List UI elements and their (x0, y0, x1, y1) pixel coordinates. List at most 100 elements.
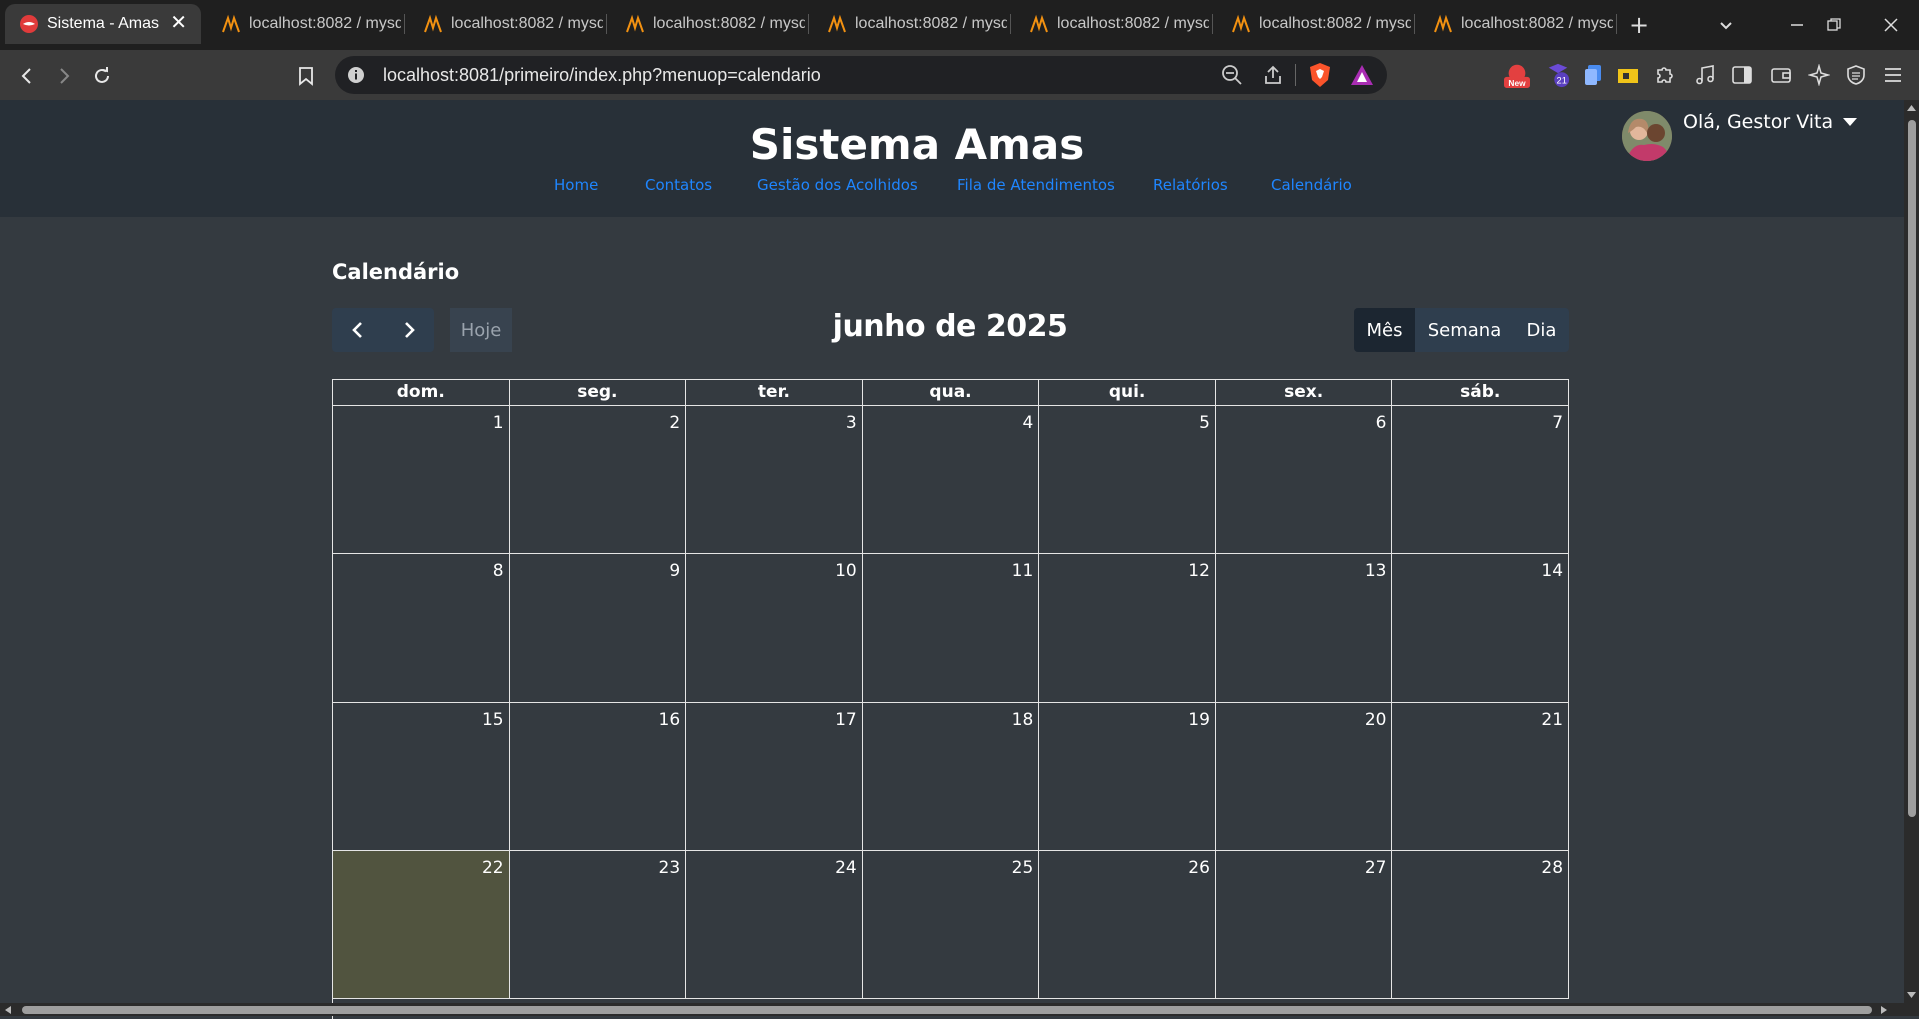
day-cell[interactable]: 8 (333, 554, 510, 703)
nav-home[interactable]: Home (554, 176, 598, 194)
day-cell[interactable]: 17 (686, 702, 863, 851)
nav-fila-atendimentos[interactable]: Fila de Atendimentos (957, 176, 1115, 194)
day-number[interactable]: 10 (835, 561, 857, 581)
day-number[interactable]: 9 (669, 561, 680, 581)
day-number[interactable]: 26 (1188, 858, 1210, 878)
day-cell[interactable]: 4 (862, 406, 1040, 555)
minimize-icon[interactable] (1786, 14, 1808, 36)
view-week-button[interactable]: Semana (1415, 308, 1514, 352)
horizontal-scrollbar[interactable] (0, 1003, 1919, 1016)
day-number[interactable]: 11 (1012, 561, 1034, 581)
tab-phpmyadmin-5[interactable]: localhost:8082 / mysq (1015, 4, 1209, 44)
sidebar-toggle-icon[interactable] (1729, 62, 1755, 88)
brave-shields-icon[interactable] (1308, 62, 1332, 88)
day-number[interactable]: 1 (493, 413, 504, 433)
tab-phpmyadmin-2[interactable]: localhost:8082 / mysq (409, 4, 603, 44)
nav-calendario[interactable]: Calendário (1271, 176, 1352, 194)
day-number[interactable]: 25 (1012, 858, 1034, 878)
scroll-up-icon[interactable] (1906, 104, 1917, 112)
menu-icon[interactable] (1880, 62, 1906, 88)
day-cell[interactable]: 6 (1215, 406, 1393, 555)
day-cell[interactable]: 21 (1392, 702, 1570, 851)
day-number[interactable]: 8 (493, 561, 504, 581)
day-cell[interactable]: 25 (862, 850, 1040, 1000)
day-number[interactable]: 14 (1541, 561, 1563, 581)
zoom-icon[interactable] (1221, 64, 1243, 86)
nav-contatos[interactable]: Contatos (645, 176, 712, 194)
folder-extension-icon[interactable] (1615, 62, 1641, 88)
tab-phpmyadmin-3[interactable]: localhost:8082 / mysq (611, 4, 805, 44)
close-window-icon[interactable] (1880, 14, 1902, 36)
nav-gestao-acolhidos[interactable]: Gestão dos Acolhidos (757, 176, 918, 194)
day-cell[interactable]: 27 (1215, 850, 1393, 1000)
day-number[interactable]: 12 (1188, 561, 1210, 581)
day-cell[interactable]: 9 (509, 554, 687, 703)
scroll-right-icon[interactable] (1880, 1005, 1888, 1015)
day-number[interactable]: 2 (669, 413, 680, 433)
day-number[interactable]: 20 (1365, 710, 1387, 730)
day-cell[interactable]: 19 (1039, 702, 1216, 851)
day-number[interactable]: 23 (659, 858, 681, 878)
day-cell[interactable]: 14 (1392, 554, 1570, 703)
new-tab-icon[interactable]: + (1628, 11, 1650, 39)
document-extension-icon[interactable] (1580, 62, 1606, 88)
vertical-scroll-thumb[interactable] (1908, 120, 1916, 817)
music-icon[interactable] (1692, 62, 1718, 88)
day-cell[interactable]: 1 (333, 406, 510, 555)
address-bar[interactable]: localhost:8081/primeiro/index.php?menuop… (335, 56, 1387, 94)
vpn-shield-icon[interactable] (1843, 62, 1869, 88)
day-number[interactable]: 7 (1552, 413, 1563, 433)
share-icon[interactable] (1263, 64, 1285, 86)
extension-new-icon[interactable]: New (1504, 62, 1530, 88)
view-month-button[interactable]: Mês (1354, 308, 1415, 352)
day-number[interactable]: 17 (835, 710, 857, 730)
day-number[interactable]: 22 (482, 858, 504, 878)
user-menu[interactable]: Olá, Gestor Vita (1683, 111, 1858, 133)
day-cell[interactable]: 26 (1039, 850, 1216, 1000)
day-cell[interactable]: 18 (862, 702, 1040, 851)
day-cell[interactable]: 10 (686, 554, 863, 703)
day-number[interactable]: 21 (1541, 710, 1563, 730)
nav-relatorios[interactable]: Relatórios (1153, 176, 1228, 194)
tab-phpmyadmin-7[interactable]: localhost:8082 / mysq (1419, 4, 1613, 44)
restore-icon[interactable] (1823, 14, 1845, 36)
scroll-left-icon[interactable] (4, 1005, 12, 1015)
extensions-puzzle-icon[interactable] (1652, 62, 1678, 88)
day-number[interactable]: 18 (1012, 710, 1034, 730)
day-cell-today[interactable]: 22 (333, 850, 510, 1000)
tab-sistema-amas[interactable]: Sistema - Amas ✕ (5, 4, 201, 44)
day-number[interactable]: 24 (835, 858, 857, 878)
avatar[interactable] (1622, 111, 1672, 161)
day-cell[interactable]: 11 (862, 554, 1040, 703)
day-number[interactable]: 5 (1199, 413, 1210, 433)
wallet-icon[interactable] (1768, 62, 1794, 88)
day-cell[interactable]: 16 (509, 702, 687, 851)
brave-rewards-icon[interactable] (1350, 64, 1374, 86)
bookmark-icon[interactable] (293, 63, 319, 89)
day-cell[interactable]: 2 (509, 406, 687, 555)
horizontal-scroll-thumb[interactable] (22, 1006, 1872, 1014)
day-cell[interactable]: 5 (1039, 406, 1216, 555)
close-tab-icon[interactable]: ✕ (170, 13, 187, 33)
day-cell[interactable]: 15 (333, 702, 510, 851)
tab-phpmyadmin-6[interactable]: localhost:8082 / mysq (1217, 4, 1411, 44)
day-number[interactable]: 28 (1541, 858, 1563, 878)
day-cell[interactable]: 28 (1392, 850, 1570, 1000)
day-cell[interactable]: 12 (1039, 554, 1216, 703)
day-cell[interactable]: 3 (686, 406, 863, 555)
day-number[interactable]: 27 (1365, 858, 1387, 878)
forward-icon[interactable] (51, 63, 77, 89)
leo-ai-icon[interactable] (1806, 62, 1832, 88)
reload-icon[interactable] (89, 63, 115, 89)
day-number[interactable]: 16 (659, 710, 681, 730)
day-number[interactable]: 13 (1365, 561, 1387, 581)
vertical-scrollbar[interactable] (1904, 100, 1919, 1003)
day-number[interactable]: 15 (482, 710, 504, 730)
day-cell[interactable]: 24 (686, 850, 863, 1000)
scroll-down-icon[interactable] (1906, 991, 1917, 999)
day-number[interactable]: 3 (846, 413, 857, 433)
day-cell[interactable]: 7 (1392, 406, 1570, 555)
tab-phpmyadmin-4[interactable]: localhost:8082 / mysq (813, 4, 1007, 44)
day-cell[interactable]: 20 (1215, 702, 1393, 851)
day-number[interactable]: 19 (1188, 710, 1210, 730)
